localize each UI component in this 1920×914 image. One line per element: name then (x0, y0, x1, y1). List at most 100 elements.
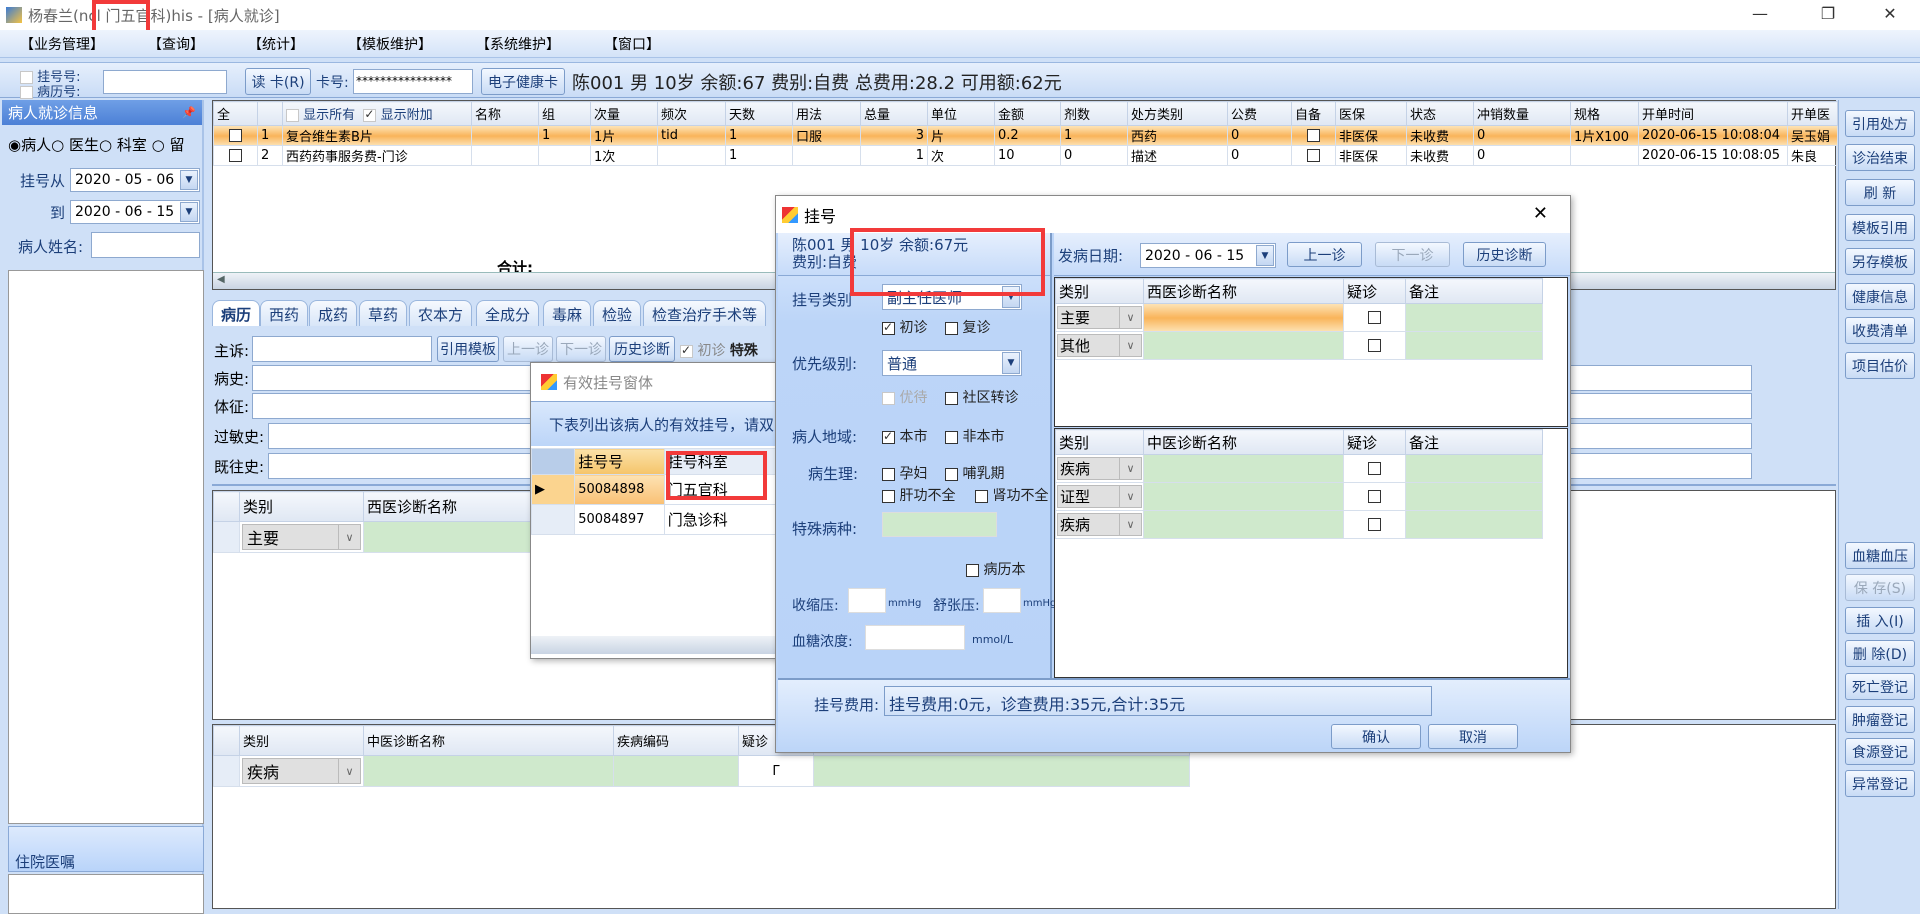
tumor-register-button[interactable]: 肿瘤登记 (1845, 706, 1915, 733)
next-visit-button[interactable]: 下一诊 (556, 336, 606, 362)
tcm-diagnosis-cell[interactable] (363, 755, 614, 787)
tab-exam-treatment[interactable]: 检查治疗手术等 (643, 300, 767, 326)
tcm-diagnosis-cell[interactable] (1143, 510, 1344, 539)
col-insurance[interactable]: 医保 (1335, 101, 1407, 126)
suspect-checkbox[interactable] (1368, 462, 1381, 475)
tcm-diagnosis-cell[interactable] (1143, 482, 1344, 511)
col-doctor[interactable]: 开单医 (1787, 101, 1838, 126)
type-combo[interactable]: 证型 ∨ (1057, 485, 1142, 508)
suspect-checkbox[interactable] (1368, 311, 1381, 324)
reg-no-input[interactable] (103, 70, 227, 94)
suspect-checkbox[interactable] (1368, 490, 1381, 503)
remark-cell[interactable] (1405, 331, 1543, 360)
glucose-bp-button[interactable]: 血糖血压 (1845, 542, 1915, 569)
estimate-button[interactable]: 项目估价 (1845, 352, 1915, 379)
show-extra-option[interactable]: 显示附加 (363, 107, 433, 123)
prev-visit-button[interactable]: 上一诊 (1287, 242, 1362, 267)
delete-button[interactable]: 删 除(D) (1845, 640, 1915, 667)
ehealth-card-button[interactable]: 电子健康卡 (481, 68, 565, 95)
table-row[interactable]: 50084897 门急诊科 (530, 504, 790, 535)
radio-doctor[interactable]: ○ 医生 (51, 136, 99, 154)
history-diagnosis-button[interactable]: 历史诊断 (1463, 242, 1546, 267)
cite-template-button[interactable]: 引用模板 (437, 336, 499, 362)
first-visit-option[interactable]: 初诊 (882, 317, 927, 337)
save-button[interactable]: 保 存(S) (1845, 574, 1915, 601)
tab-all-ingredients[interactable]: 全成分 (476, 300, 540, 326)
col-group[interactable]: 组 (538, 101, 591, 126)
diastolic-input[interactable] (983, 588, 1021, 613)
restore-button[interactable]: ❐ (1808, 4, 1848, 23)
patient-name-input[interactable] (91, 232, 200, 258)
col-public-fee[interactable]: 公费 (1227, 101, 1292, 126)
menu-business[interactable]: 【业务管理】 (20, 34, 104, 54)
save-template-button[interactable]: 另存模板 (1845, 248, 1915, 275)
local-option[interactable]: 本市 (882, 426, 927, 446)
community-referral-option[interactable]: 社区转诊 (945, 387, 1018, 407)
table-row[interactable]: 证型 ∨ (1055, 482, 1543, 511)
tab-herbal[interactable]: 草药 (359, 300, 408, 326)
next-visit-button[interactable]: 下一诊 (1375, 242, 1450, 267)
cancel-button[interactable]: 取消 (1428, 724, 1518, 749)
remark-cell[interactable] (1405, 454, 1543, 483)
table-row[interactable]: 疾病 ∨ Γ (213, 755, 1190, 787)
tab-lab[interactable]: 检验 (593, 300, 642, 326)
tab-patent-medicine[interactable]: 成药 (309, 300, 358, 326)
refresh-button[interactable]: 刷 新 (1845, 179, 1915, 206)
type-combo[interactable]: 主要 ∨ (1057, 306, 1142, 329)
table-row[interactable]: 主要 ∨ (1055, 303, 1543, 332)
west-diagnosis-cell[interactable] (1143, 303, 1344, 332)
remark-cell[interactable] (1405, 303, 1543, 332)
confirm-button[interactable]: 确认 (1331, 724, 1421, 749)
close-icon[interactable]: ✕ (1533, 203, 1548, 224)
type-combo[interactable]: 疾病 ∨ (1057, 457, 1142, 480)
read-card-button[interactable]: 读 卡(R) (245, 68, 311, 95)
remark-cell[interactable] (813, 755, 1190, 787)
row-checkbox[interactable] (229, 149, 242, 162)
show-extra-checkbox[interactable] (363, 107, 377, 122)
self-prepared-checkbox[interactable] (1307, 149, 1320, 162)
lactation-option[interactable]: 哺乳期 (945, 463, 1004, 483)
abnormal-register-button[interactable]: 异常登记 (1845, 770, 1915, 797)
tcm-diagnosis-cell[interactable] (1143, 454, 1344, 483)
fee-list-button[interactable]: 收费清单 (1845, 317, 1915, 344)
scroll-left-icon[interactable]: ◀ (217, 274, 225, 285)
table-row[interactable]: 疾病 ∨ (1055, 510, 1543, 539)
tab-narcotics[interactable]: 毒麻 (543, 300, 592, 326)
disease-code-cell[interactable] (613, 755, 739, 787)
menu-stats[interactable]: 【统计】 (248, 34, 304, 54)
tab-western-medicine[interactable]: 西药 (260, 300, 309, 326)
col-order-time[interactable]: 开单时间 (1638, 101, 1788, 126)
table-row[interactable]: ▶ 50084898 门五官科 (530, 474, 790, 505)
food-source-register-button[interactable]: 食源登记 (1845, 738, 1915, 765)
col-frequency[interactable]: 频次 (657, 101, 726, 126)
reg-to-date[interactable]: 2020 - 06 - 15 ▼ (70, 200, 200, 224)
col-total[interactable]: 总量 (860, 101, 928, 126)
col-amount[interactable]: 金额 (994, 101, 1061, 126)
horizontal-scrollbar[interactable] (531, 636, 789, 654)
finish-consult-button[interactable]: 诊治结束 (1845, 144, 1915, 171)
menu-system[interactable]: 【系统维护】 (476, 34, 560, 54)
radio-patient[interactable]: ◉病人 (8, 136, 51, 154)
card-number-input[interactable]: **************** (353, 69, 473, 94)
col-name[interactable]: 名称 (471, 101, 539, 126)
self-prepared-checkbox[interactable] (1307, 129, 1320, 142)
health-info-button[interactable]: 健康信息 (1845, 283, 1915, 310)
radio-dept[interactable]: ○ 科室 (99, 136, 147, 154)
suspect-checkbox[interactable]: Γ (738, 755, 814, 787)
suspect-checkbox[interactable] (1368, 339, 1381, 352)
patient-list[interactable] (8, 270, 204, 824)
menu-query[interactable]: 【查询】 (148, 34, 204, 54)
cite-prescription-button[interactable]: 引用处方 (1845, 110, 1915, 137)
type-combo[interactable]: 疾病 ∨ (1057, 513, 1142, 536)
minimize-button[interactable]: — (1740, 4, 1780, 23)
pin-icon[interactable]: 📌 (182, 106, 196, 119)
col-dose[interactable]: 次量 (590, 101, 658, 126)
inpatient-orders-header[interactable]: 住院医嘱 (8, 826, 204, 872)
dropdown-arrow-icon[interactable]: ▼ (180, 170, 198, 190)
priority-select[interactable]: 普通 ▼ (882, 350, 1022, 376)
death-register-button[interactable]: 死亡登记 (1845, 673, 1915, 700)
pregnant-option[interactable]: 孕妇 (882, 463, 927, 483)
col-days[interactable]: 天数 (725, 101, 793, 126)
table-row[interactable]: 疾病 ∨ (1055, 454, 1543, 483)
west-diagnosis-cell[interactable] (1143, 331, 1344, 360)
